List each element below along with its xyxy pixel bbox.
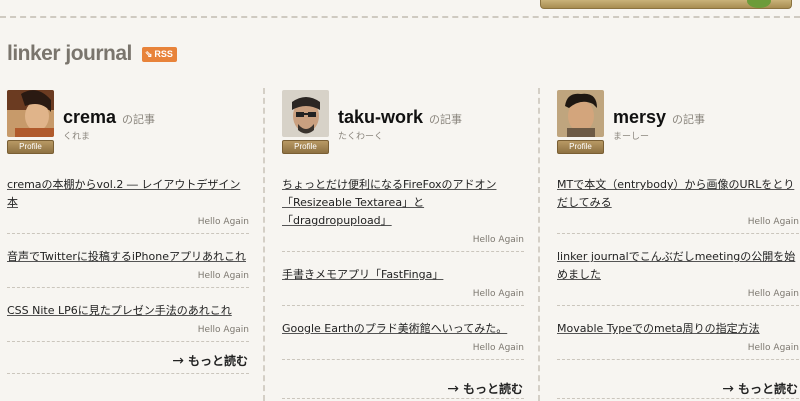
column-divider	[538, 88, 540, 401]
author-suffix: の記事	[122, 113, 156, 126]
article-category[interactable]: Hello Again	[282, 343, 524, 353]
read-more-label: もっと読む	[737, 382, 798, 396]
article-category[interactable]: Hello Again	[557, 289, 799, 299]
divider	[7, 373, 249, 374]
article-link[interactable]: Google Earthのプラド美術館へいってみた。	[282, 320, 524, 338]
avatar[interactable]	[282, 90, 329, 137]
read-more-link[interactable]: → もっと読む	[722, 380, 798, 397]
column-divider	[263, 88, 265, 401]
author-column-taku-work: Profile taku-work の記事 たくわーく ちょっとだけ便利になるF…	[282, 90, 524, 399]
read-more-label: もっと読む	[187, 354, 248, 368]
article-link[interactable]: ちょっとだけ便利になるFireFoxのアドオン「Resizeable Texta…	[282, 176, 524, 230]
author-kana: まーしー	[613, 132, 650, 142]
article-category[interactable]: Hello Again	[282, 235, 524, 245]
read-more-label: もっと読む	[462, 382, 523, 396]
article-category[interactable]: Hello Again	[557, 343, 799, 353]
article-item: ちょっとだけ便利になるFireFoxのアドオン「Resizeable Texta…	[282, 176, 524, 252]
article-category[interactable]: Hello Again	[557, 217, 799, 227]
article-item: MTで本文（entrybody）から画像のURLをとりだしてみる Hello A…	[557, 176, 799, 234]
profile-button[interactable]: Profile	[282, 140, 329, 154]
author-name[interactable]: crema	[63, 107, 116, 128]
rss-icon: ⇘	[144, 48, 153, 59]
author-kana: くれま	[63, 132, 91, 142]
article-link[interactable]: linker journalでこんぶだしmeetingの公開を始めました	[557, 248, 799, 284]
article-item: Google Earthのプラド美術館へいってみた。 Hello Again	[282, 320, 524, 360]
read-more-link[interactable]: → もっと読む	[172, 352, 248, 369]
header-banner-image[interactable]	[540, 0, 792, 9]
article-category[interactable]: Hello Again	[7, 217, 249, 227]
article-category[interactable]: Hello Again	[7, 271, 249, 281]
article-list: ちょっとだけ便利になるFireFoxのアドオン「Resizeable Texta…	[282, 176, 524, 360]
article-category[interactable]: Hello Again	[7, 325, 249, 335]
author-kana: たくわーく	[338, 132, 384, 142]
article-item: Movable Typeでのmeta周りの指定方法 Hello Again	[557, 320, 799, 360]
author-header: Profile crema の記事 くれま	[7, 90, 249, 154]
article-list: cremaの本棚からvol.2 ― レイアウトデザイン本 Hello Again…	[7, 176, 249, 342]
article-link[interactable]: 音声でTwitterに投稿するiPhoneアプリあれこれ	[7, 248, 249, 266]
author-column-mersy: Profile mersy の記事 まーしー MTで本文（entrybody）か…	[557, 90, 799, 399]
rss-label: RSS	[154, 49, 173, 59]
article-item: 手書きメモアプリ「FastFinga」 Hello Again	[282, 266, 524, 306]
author-header: Profile taku-work の記事 たくわーく	[282, 90, 524, 154]
avatar[interactable]	[7, 90, 54, 137]
author-suffix: の記事	[672, 113, 706, 126]
article-item: linker journalでこんぶだしmeetingの公開を始めました Hel…	[557, 248, 799, 306]
article-category[interactable]: Hello Again	[282, 289, 524, 299]
article-item: CSS Nite LP6に見たプレゼン手法のあれこれ Hello Again	[7, 302, 249, 342]
article-list: MTで本文（entrybody）から画像のURLをとりだしてみる Hello A…	[557, 176, 799, 360]
author-column-crema: Profile crema の記事 くれま cremaの本棚からvol.2 ― …	[7, 90, 249, 374]
article-link[interactable]: CSS Nite LP6に見たプレゼン手法のあれこれ	[7, 302, 249, 320]
arrow-right-icon: →	[722, 380, 734, 397]
article-item: 音声でTwitterに投稿するiPhoneアプリあれこれ Hello Again	[7, 248, 249, 288]
arrow-right-icon: →	[447, 380, 459, 397]
arrow-right-icon: →	[172, 352, 184, 369]
article-link[interactable]: 手書きメモアプリ「FastFinga」	[282, 266, 524, 284]
article-link[interactable]: cremaの本棚からvol.2 ― レイアウトデザイン本	[7, 176, 249, 212]
article-link[interactable]: MTで本文（entrybody）から画像のURLをとりだしてみる	[557, 176, 799, 212]
read-more-link[interactable]: → もっと読む	[447, 380, 523, 397]
article-item: cremaの本棚からvol.2 ― レイアウトデザイン本 Hello Again	[7, 176, 249, 234]
avatar[interactable]	[557, 90, 604, 137]
divider	[557, 398, 799, 399]
profile-button[interactable]: Profile	[557, 140, 604, 154]
rss-badge[interactable]: ⇘ RSS	[141, 46, 177, 62]
divider	[282, 398, 524, 399]
site-title[interactable]: linker journal	[7, 42, 132, 66]
author-name[interactable]: mersy	[613, 107, 666, 128]
author-header: Profile mersy の記事 まーしー	[557, 90, 799, 154]
article-link[interactable]: Movable Typeでのmeta周りの指定方法	[557, 320, 799, 338]
author-name[interactable]: taku-work	[338, 107, 423, 128]
profile-button[interactable]: Profile	[7, 140, 54, 154]
site-header: linker journal ⇘ RSS	[7, 40, 177, 68]
author-suffix: の記事	[429, 113, 463, 126]
